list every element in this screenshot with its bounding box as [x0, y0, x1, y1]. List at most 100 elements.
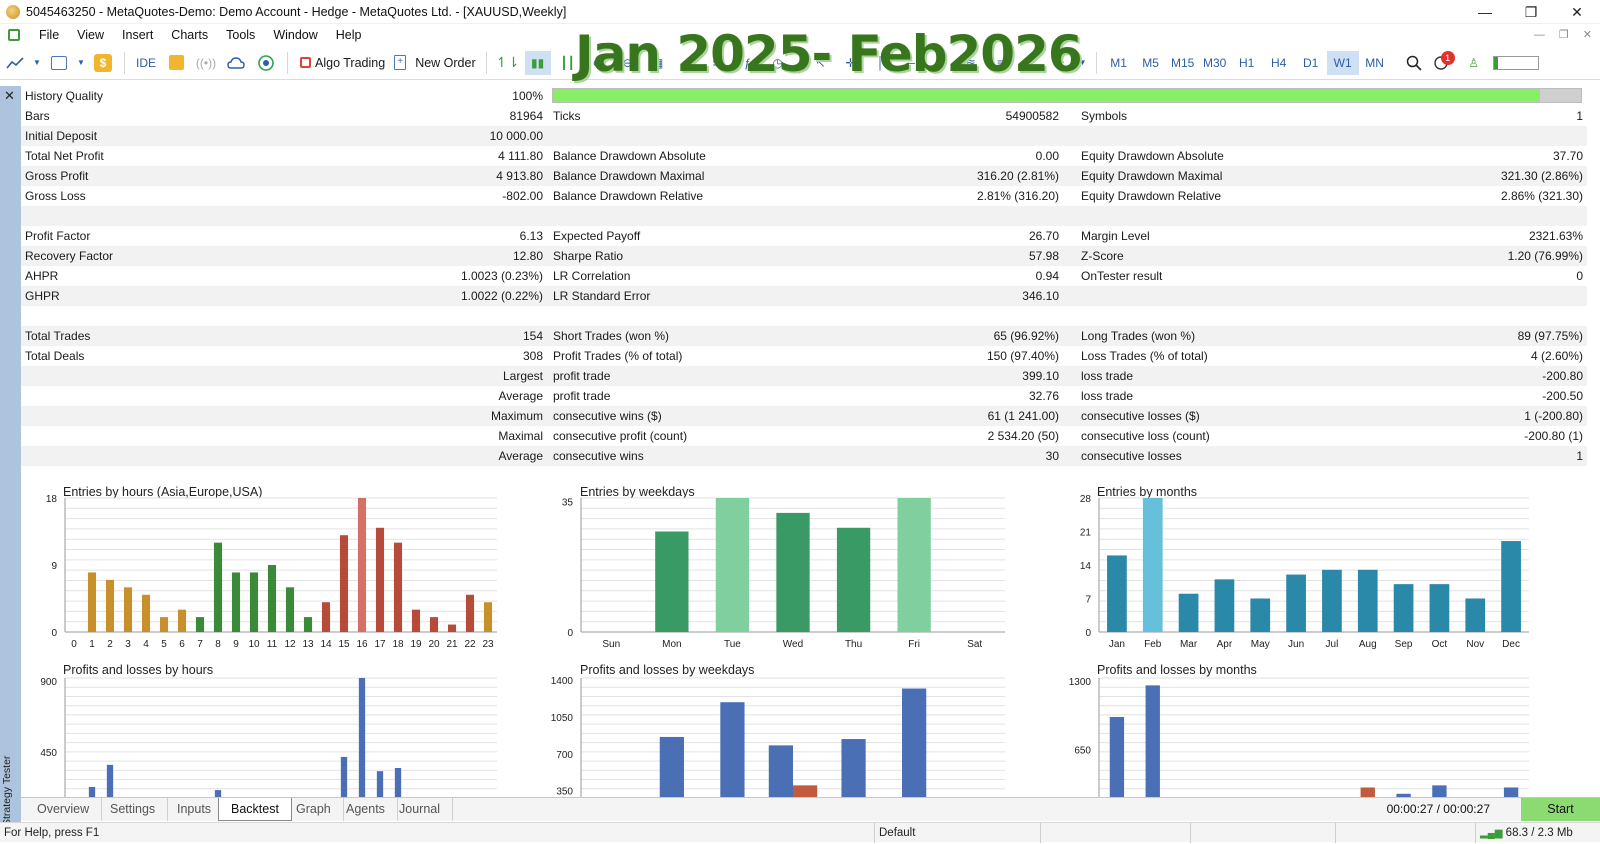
menu-charts[interactable]: Charts [162, 24, 217, 46]
text-icon[interactable]: T [1018, 51, 1044, 75]
title-bar: 5045463250 - MetaQuotes-Demo: Demo Accou… [0, 0, 1600, 24]
notifications-icon[interactable]: 1 [1431, 50, 1457, 75]
close-button[interactable]: ✕ [1554, 0, 1600, 24]
tab-settings[interactable]: Settings [98, 798, 169, 821]
menu-view[interactable]: View [68, 24, 113, 46]
periods-icon[interactable]: ◷ [765, 51, 791, 75]
dollar-icon[interactable]: $ [90, 51, 116, 75]
mdi-close-icon[interactable]: ✕ [1583, 24, 1592, 46]
metric-label: Gross Profit [25, 169, 89, 183]
cursor-icon[interactable]: ↖ [808, 51, 834, 75]
menu-tools[interactable]: Tools [217, 24, 264, 46]
search-icon[interactable] [1401, 51, 1427, 75]
community-icon[interactable] [253, 51, 279, 75]
new-order-button[interactable]: New Order [411, 56, 479, 70]
menu-window[interactable]: Window [264, 24, 326, 46]
metric-label: consecutive wins [553, 449, 644, 463]
vps-cloud-icon[interactable] [223, 51, 249, 75]
timeframe-m15[interactable]: M15 [1167, 51, 1199, 75]
horizontal-line-icon[interactable]: ─ [898, 51, 924, 75]
x-tick-label: Sat [967, 639, 982, 650]
candlestick-icon[interactable]: ┃┃ [555, 51, 581, 75]
channel-icon[interactable]: ≋ [958, 51, 984, 75]
chart-title: Profits and losses by months [1097, 663, 1257, 677]
market-bag-icon[interactable] [163, 51, 189, 75]
autoscroll-icon[interactable]: ⇉ [675, 51, 701, 75]
timeframe-mn[interactable]: MN [1359, 51, 1391, 75]
metric-value: -200.50 [1542, 389, 1583, 403]
close-panel-icon[interactable]: ✕ [4, 88, 15, 104]
x-tick-label: 0 [71, 639, 77, 650]
timeframe-d1[interactable]: D1 [1295, 51, 1327, 75]
profit-bar [720, 702, 745, 798]
y-tick-label: 21 [1080, 528, 1092, 539]
signals-icon[interactable]: ((•)) [193, 51, 219, 75]
chart-4: Profits and losses by weekdays 350 700 1050… [551, 663, 1005, 798]
crosshair-icon[interactable]: ✛ [838, 51, 864, 75]
ide-button[interactable]: IDE [133, 51, 159, 75]
profit-bar [106, 764, 114, 798]
chart-5: Profits and losses by months 650 1300 [1069, 663, 1529, 798]
signal-strength-icon[interactable]: ♙ [1461, 51, 1487, 75]
x-tick-label: 21 [446, 639, 458, 650]
tab-overview[interactable]: Overview [25, 798, 103, 821]
chart-shift-icon[interactable]: ⇆ [705, 51, 731, 75]
fibonacci-icon[interactable]: ≡ [988, 51, 1014, 75]
metric-value: Largest [502, 369, 543, 383]
templates-icon[interactable] [46, 51, 72, 75]
timeframe-h1[interactable]: H1 [1231, 51, 1263, 75]
timeframe-h4[interactable]: H4 [1263, 51, 1295, 75]
chart-bar [465, 594, 475, 632]
mdi-minimize-icon[interactable]: — [1534, 24, 1545, 46]
tab-backtest[interactable]: Backtest [218, 798, 292, 821]
x-tick-label: Apr [1217, 639, 1233, 650]
metric-value: 1.20 (76.99%) [1507, 249, 1583, 263]
metric-value: 308 [522, 349, 543, 363]
chart-bar [429, 617, 439, 632]
menu-help[interactable]: Help [327, 24, 371, 46]
chart-bar [87, 572, 97, 632]
metric-label: consecutive losses [1081, 449, 1182, 463]
metric-label: profit trade [553, 369, 611, 383]
start-button[interactable]: Start [1521, 798, 1600, 821]
chart-bar [1250, 598, 1271, 632]
dropdown-chevron-icon[interactable]: ▼ [32, 51, 42, 75]
elapsed-timer: 00:00:27 / 00:00:27 [1386, 802, 1490, 816]
indicators-icon[interactable]: ƒ [735, 51, 761, 75]
dropdown-chevron-icon[interactable]: ▼ [76, 51, 86, 75]
algo-trading-icon[interactable] [300, 57, 311, 68]
chart-type-icon[interactable] [2, 51, 28, 75]
new-order-icon[interactable]: + [391, 51, 409, 75]
zoom-in-icon[interactable]: ⊕ [585, 51, 611, 75]
trendline-icon[interactable]: ╱ [928, 51, 954, 75]
zoom-out-icon[interactable]: ⊖ [615, 51, 641, 75]
chart-bar [447, 624, 457, 632]
algo-trading-button[interactable]: Algo Trading [311, 56, 389, 70]
metric-label: loss trade [1081, 369, 1134, 383]
timeframe-m5[interactable]: M5 [1135, 51, 1167, 75]
metric-value: 399.10 [1022, 369, 1059, 383]
vertical-line-icon[interactable]: │ [868, 51, 894, 75]
y-tick-label: 35 [562, 498, 574, 509]
timeframe-w1[interactable]: W1 [1326, 50, 1359, 75]
shapes-icon[interactable]: ⁘ [1048, 51, 1074, 75]
dropdown-chevron-icon[interactable]: ▼ [1078, 51, 1088, 75]
metric-value: 316.20 (2.81%) [976, 169, 1059, 183]
x-tick-label: 12 [284, 639, 296, 650]
timeframe-m30[interactable]: M30 [1199, 51, 1231, 75]
chart-title: Profits and losses by hours [63, 663, 213, 677]
bar-chart-icon[interactable]: ▮▮ [524, 50, 551, 75]
grid-icon[interactable]: ▦ [645, 51, 671, 75]
chart-bar [483, 602, 493, 632]
notification-badge: 1 [1440, 50, 1455, 65]
restore-button[interactable]: ❐ [1508, 0, 1554, 24]
timeframe-m1[interactable]: M1 [1103, 51, 1135, 75]
tab-journal[interactable]: Journal [387, 798, 453, 821]
mdi-restore-icon[interactable]: ❐ [1559, 24, 1569, 46]
menu-insert[interactable]: Insert [113, 24, 162, 46]
minimize-button[interactable]: — [1462, 0, 1508, 24]
tab-inputs[interactable]: Inputs [165, 798, 225, 821]
depth-of-market-icon[interactable]: ↿⇂ [495, 51, 521, 75]
toolbar-separator [124, 51, 125, 74]
menu-file[interactable]: File [30, 24, 68, 46]
